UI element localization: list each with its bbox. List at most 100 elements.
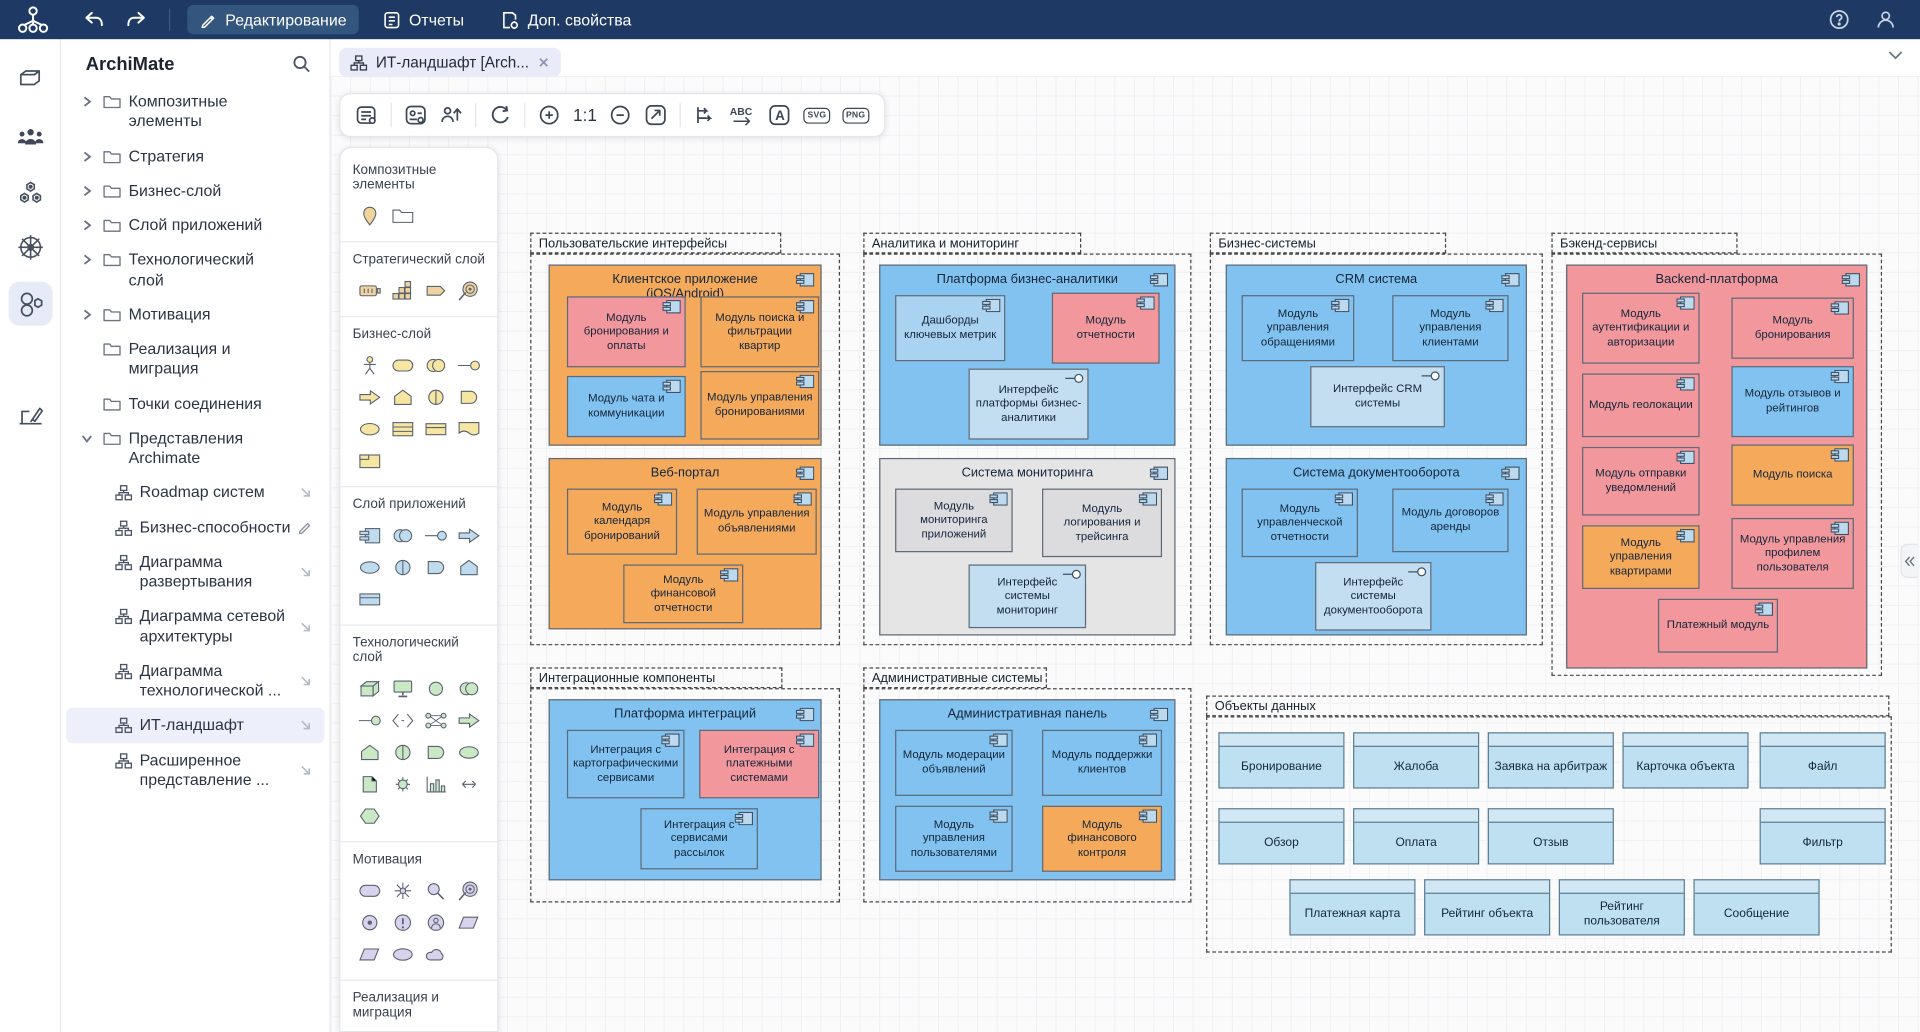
module[interactable]: Модуль управленческой отчетности — [1242, 489, 1358, 558]
extra-props-button[interactable]: Доп. свойства — [489, 5, 644, 34]
palette-element-folder-icon[interactable] — [386, 1027, 419, 1032]
palette-element-target-icon[interactable] — [452, 874, 485, 906]
tree-item-6[interactable]: Реализация и миграция — [66, 332, 324, 386]
palette-element-para-icon[interactable] — [353, 938, 386, 970]
data-object[interactable]: Жалоба — [1353, 732, 1479, 788]
data-object[interactable]: Бронирование — [1218, 732, 1344, 788]
chevron-right-icon[interactable] — [81, 308, 96, 320]
diagram-group-4[interactable]: Интеграционные компонентыПлатформа интег… — [530, 667, 840, 902]
rail-pages-icon[interactable] — [9, 56, 53, 100]
data-object[interactable]: Сообщение — [1693, 879, 1819, 935]
module[interactable]: Модуль поиска и фильтрации квартир — [700, 296, 819, 367]
module[interactable]: Модуль поиска — [1731, 444, 1853, 505]
module[interactable]: Модуль управления объявлениями — [697, 489, 817, 555]
chevron-right-icon[interactable] — [81, 219, 96, 231]
data-object[interactable]: Рейтинг объекта — [1424, 879, 1550, 935]
module[interactable]: Модуль управления пользователями — [895, 806, 1013, 872]
palette-element-star-icon[interactable] — [386, 874, 419, 906]
palette-element-doc-icon[interactable] — [353, 768, 386, 800]
data-object[interactable]: Карточка объекта — [1622, 732, 1748, 788]
palette-element-cloud-icon[interactable] — [419, 938, 452, 970]
zoom-out-button[interactable] — [609, 104, 632, 126]
module[interactable]: Модуль управления квартирами — [1582, 525, 1700, 589]
module[interactable]: Модуль аутентификации и авторизации — [1582, 293, 1700, 364]
data-object[interactable]: Рейтинг пользователя — [1559, 879, 1685, 935]
palette-element-arrow-icon[interactable] — [452, 704, 485, 736]
palette-element-layers-icon[interactable] — [353, 583, 386, 615]
module[interactable]: Интеграция с картографическими сервисами — [567, 730, 685, 799]
container[interactable]: CRM системаМодуль управления обращениями… — [1226, 264, 1527, 445]
rail-cluster-icon[interactable] — [9, 171, 53, 215]
diagram-group-5[interactable]: Административные системыАдминистративная… — [863, 667, 1191, 902]
palette-element-rows-icon[interactable] — [386, 413, 419, 445]
palette-element-network-icon[interactable] — [419, 704, 452, 736]
palette-element-slope-icon[interactable] — [419, 274, 452, 306]
open-diagram-icon[interactable] — [299, 674, 312, 687]
tree-item-4[interactable]: Технологический слой — [66, 243, 324, 297]
data-object[interactable]: Отзыв — [1488, 808, 1614, 864]
rail-launch-icon[interactable] — [9, 394, 53, 438]
chevron-right-icon[interactable] — [81, 185, 96, 197]
palette-element-oval-icon[interactable] — [386, 938, 419, 970]
tree-item-15[interactable]: Расширенное представление ... — [66, 743, 324, 797]
module[interactable]: Модуль отправки уведомлений — [1582, 447, 1700, 516]
palette-element-actor-icon[interactable] — [353, 349, 386, 381]
palette-element-home-icon[interactable] — [386, 381, 419, 413]
tree-item-0[interactable]: Композитные элементы — [66, 84, 324, 138]
palette-element-home-icon[interactable] — [452, 551, 485, 583]
palette-element-component-icon[interactable] — [353, 519, 386, 551]
fit-view-button[interactable] — [645, 104, 668, 126]
palette-element-roundrect-icon[interactable] — [353, 874, 386, 906]
palette-element-angle-icon[interactable] — [386, 704, 419, 736]
data-object[interactable]: Оплата — [1353, 808, 1479, 864]
export-png-button[interactable]: PNG — [842, 107, 869, 123]
container[interactable]: Система документооборотаМодуль управленч… — [1226, 458, 1527, 636]
module[interactable]: Интерфейс системы мониторинг — [969, 564, 1087, 628]
module[interactable]: Модуль поддержки клиентов — [1042, 730, 1162, 796]
palette-element-split-icon[interactable] — [386, 551, 419, 583]
palette-element-gear-icon[interactable] — [386, 768, 419, 800]
palette-element-lollipop-icon[interactable] — [452, 349, 485, 381]
palette-element-tabrect-icon[interactable] — [353, 444, 386, 476]
palette-element-oval-icon[interactable] — [353, 413, 386, 445]
container[interactable]: Административная панельМодуль модерации … — [879, 699, 1175, 880]
palette-element-split-icon[interactable] — [386, 736, 419, 768]
user-icon[interactable] — [1869, 9, 1903, 31]
palette-element-target-icon[interactable] — [452, 274, 485, 306]
palette-element-split-icon[interactable] — [419, 381, 452, 413]
module[interactable]: Интерфейс платформы бизнес-аналитики — [969, 369, 1089, 440]
palette-element-oval-icon[interactable] — [452, 736, 485, 768]
help-icon[interactable] — [1822, 9, 1856, 31]
module[interactable]: Интерфейс CRM системы — [1310, 366, 1445, 427]
tabs-chevron-down-icon[interactable] — [1888, 50, 1903, 60]
palette-element-battery-icon[interactable] — [353, 274, 386, 306]
tree-item-12[interactable]: Диаграмма сетевой архитектуры — [66, 599, 324, 653]
palette-element-eye-icon[interactable] — [353, 906, 386, 938]
palette-element-flag-icon[interactable] — [452, 413, 485, 445]
data-object[interactable]: Фильтр — [1760, 808, 1886, 864]
module[interactable]: Модуль модерации объявлений — [895, 730, 1013, 796]
palette-element-cube-icon[interactable] — [353, 672, 386, 704]
tree-item-11[interactable]: Диаграмма развертывания — [66, 545, 324, 599]
tree-item-3[interactable]: Слой приложений — [66, 208, 324, 243]
rail-views-icon[interactable] — [9, 282, 53, 326]
module[interactable]: Модуль финансового контроля — [1042, 806, 1162, 872]
palette-element-home-icon[interactable] — [353, 736, 386, 768]
module[interactable]: Модуль финансовой отчетности — [623, 564, 743, 623]
chevron-right-icon[interactable] — [81, 254, 96, 266]
auto-layout-button[interactable] — [694, 104, 717, 126]
palette-element-para-icon[interactable] — [452, 906, 485, 938]
chevron-right-icon[interactable] — [81, 96, 96, 108]
module[interactable]: Интерфейс системы документооборота — [1315, 562, 1431, 631]
module[interactable]: Модуль логирования и трейсинга — [1042, 489, 1162, 558]
diagram-group-6[interactable]: Объекты данныхБронированиеЖалобаЗаявка н… — [1206, 696, 1892, 953]
data-object[interactable]: Файл — [1760, 732, 1886, 788]
container[interactable]: Веб-порталМодуль календаря бронированийМ… — [549, 458, 822, 629]
module[interactable]: Модуль управления бронированиями — [700, 371, 819, 440]
tree-item-5[interactable]: Мотивация — [66, 297, 324, 332]
module[interactable]: Модуль бронирования — [1731, 298, 1853, 359]
palette-element-dshape-icon[interactable] — [419, 551, 452, 583]
search-icon[interactable] — [291, 54, 312, 75]
diagram-info-button[interactable] — [355, 104, 378, 126]
palette-element-circles-icon[interactable] — [386, 519, 419, 551]
